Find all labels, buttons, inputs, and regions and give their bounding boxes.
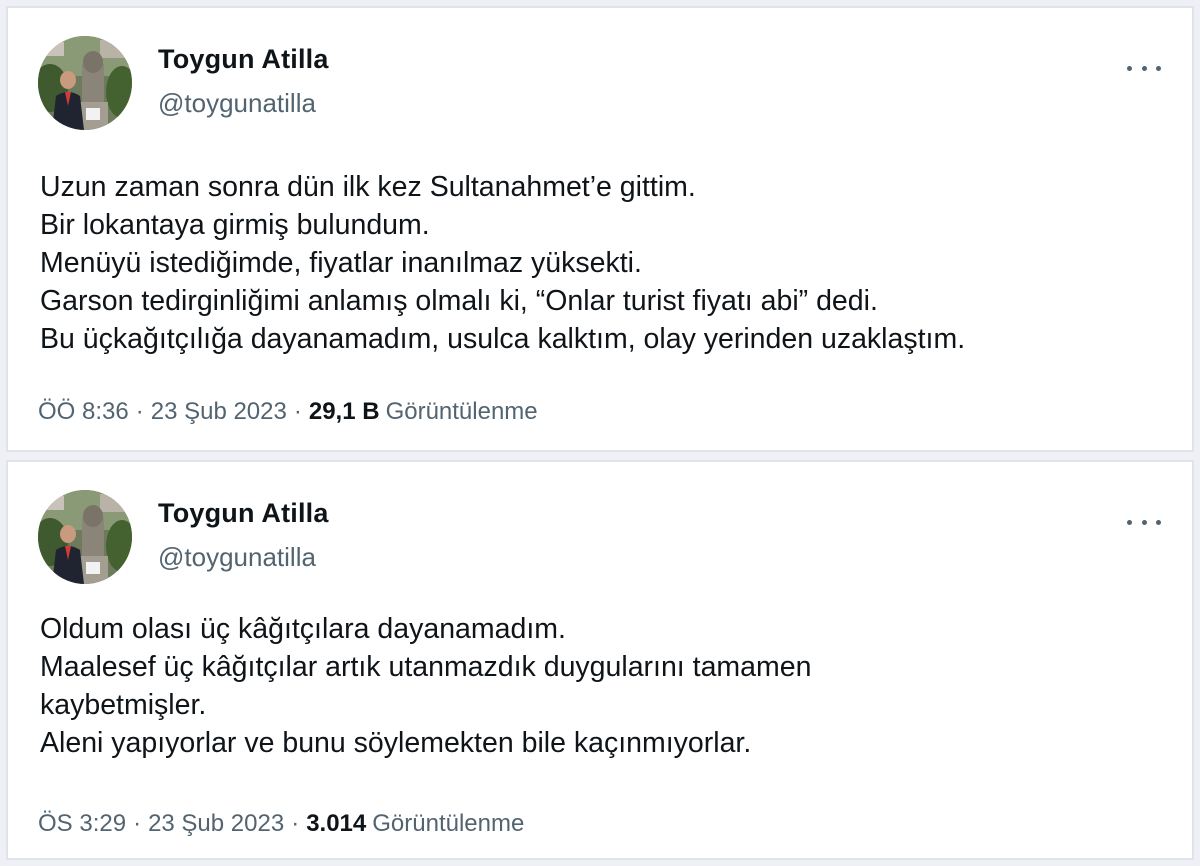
views-count[interactable]: 29,1 B bbox=[309, 398, 380, 425]
author-display-name[interactable]: Toygun Atilla bbox=[158, 498, 329, 529]
tweet-meta: ÖÖ 8:36 · 23 Şub 2023 · 29,1 B Görüntülenme bbox=[38, 398, 538, 426]
tweet-text-line: Menüyü istediğimde, fiyatlar inanılmaz y… bbox=[40, 247, 642, 279]
author-handle[interactable]: @toygunatilla bbox=[158, 88, 316, 119]
tweet-time[interactable]: ÖS 3:29 bbox=[38, 810, 126, 837]
more-options-icon[interactable] bbox=[1126, 512, 1162, 532]
more-dot bbox=[1127, 65, 1132, 71]
more-dot bbox=[1156, 519, 1161, 525]
tweet-text-line: Bir lokantaya girmiş bulundum. bbox=[40, 209, 430, 241]
avatar[interactable] bbox=[38, 36, 132, 130]
tweet-text-line: Garson tedirginliğimi anlamış olmalı ki,… bbox=[40, 285, 878, 317]
more-options-icon[interactable] bbox=[1126, 58, 1162, 78]
tweet-text: Uzun zaman sonra dün ilk kez Sultanahmet… bbox=[40, 168, 1180, 358]
avatar[interactable] bbox=[38, 490, 132, 584]
meta-separator: · bbox=[133, 810, 142, 837]
profile-photo-icon bbox=[38, 490, 132, 584]
tweet-date[interactable]: 23 Şub 2023 bbox=[151, 398, 287, 425]
views-label[interactable]: Görüntülenme bbox=[386, 398, 538, 425]
more-dot bbox=[1141, 65, 1147, 71]
tweet-date[interactable]: 23 Şub 2023 bbox=[148, 810, 284, 837]
tweet-card[interactable]: Toygun Atilla @toygunatilla Oldum olası … bbox=[6, 460, 1194, 860]
meta-separator: · bbox=[293, 398, 302, 425]
meta-separator: · bbox=[291, 810, 300, 837]
tweet-text-line: Uzun zaman sonra dün ilk kez Sultanahmet… bbox=[40, 171, 696, 203]
author-display-name[interactable]: Toygun Atilla bbox=[158, 44, 329, 75]
tweet-text-line: kaybetmişler. bbox=[40, 689, 207, 721]
tweet-meta: ÖS 3:29 · 23 Şub 2023 · 3.014 Görüntülenme bbox=[38, 810, 524, 838]
tweet-text-line: Aleni yapıyorlar ve bunu söylemekten bil… bbox=[40, 727, 752, 759]
more-dot bbox=[1141, 519, 1147, 525]
more-dot bbox=[1156, 65, 1161, 71]
author-handle[interactable]: @toygunatilla bbox=[158, 542, 316, 573]
tweet-time[interactable]: ÖÖ 8:36 bbox=[38, 398, 129, 425]
meta-separator: · bbox=[135, 398, 144, 425]
profile-photo-icon bbox=[38, 36, 132, 130]
tweet-text-line: Oldum olası üç kâğıtçılara dayanamadım. bbox=[40, 613, 566, 645]
tweet-text-line: Bu üçkağıtçılığa dayanamadım, usulca kal… bbox=[40, 323, 966, 355]
tweet-card[interactable]: Toygun Atilla @toygunatilla Uzun zaman s… bbox=[6, 6, 1194, 452]
views-count[interactable]: 3.014 bbox=[306, 810, 366, 837]
tweet-text: Oldum olası üç kâğıtçılara dayanamadım. … bbox=[40, 610, 990, 762]
views-label[interactable]: Görüntülenme bbox=[372, 810, 524, 837]
more-dot bbox=[1127, 519, 1132, 525]
tweet-text-line: Maalesef üç kâğıtçılar artık utanmazdık … bbox=[40, 651, 812, 683]
